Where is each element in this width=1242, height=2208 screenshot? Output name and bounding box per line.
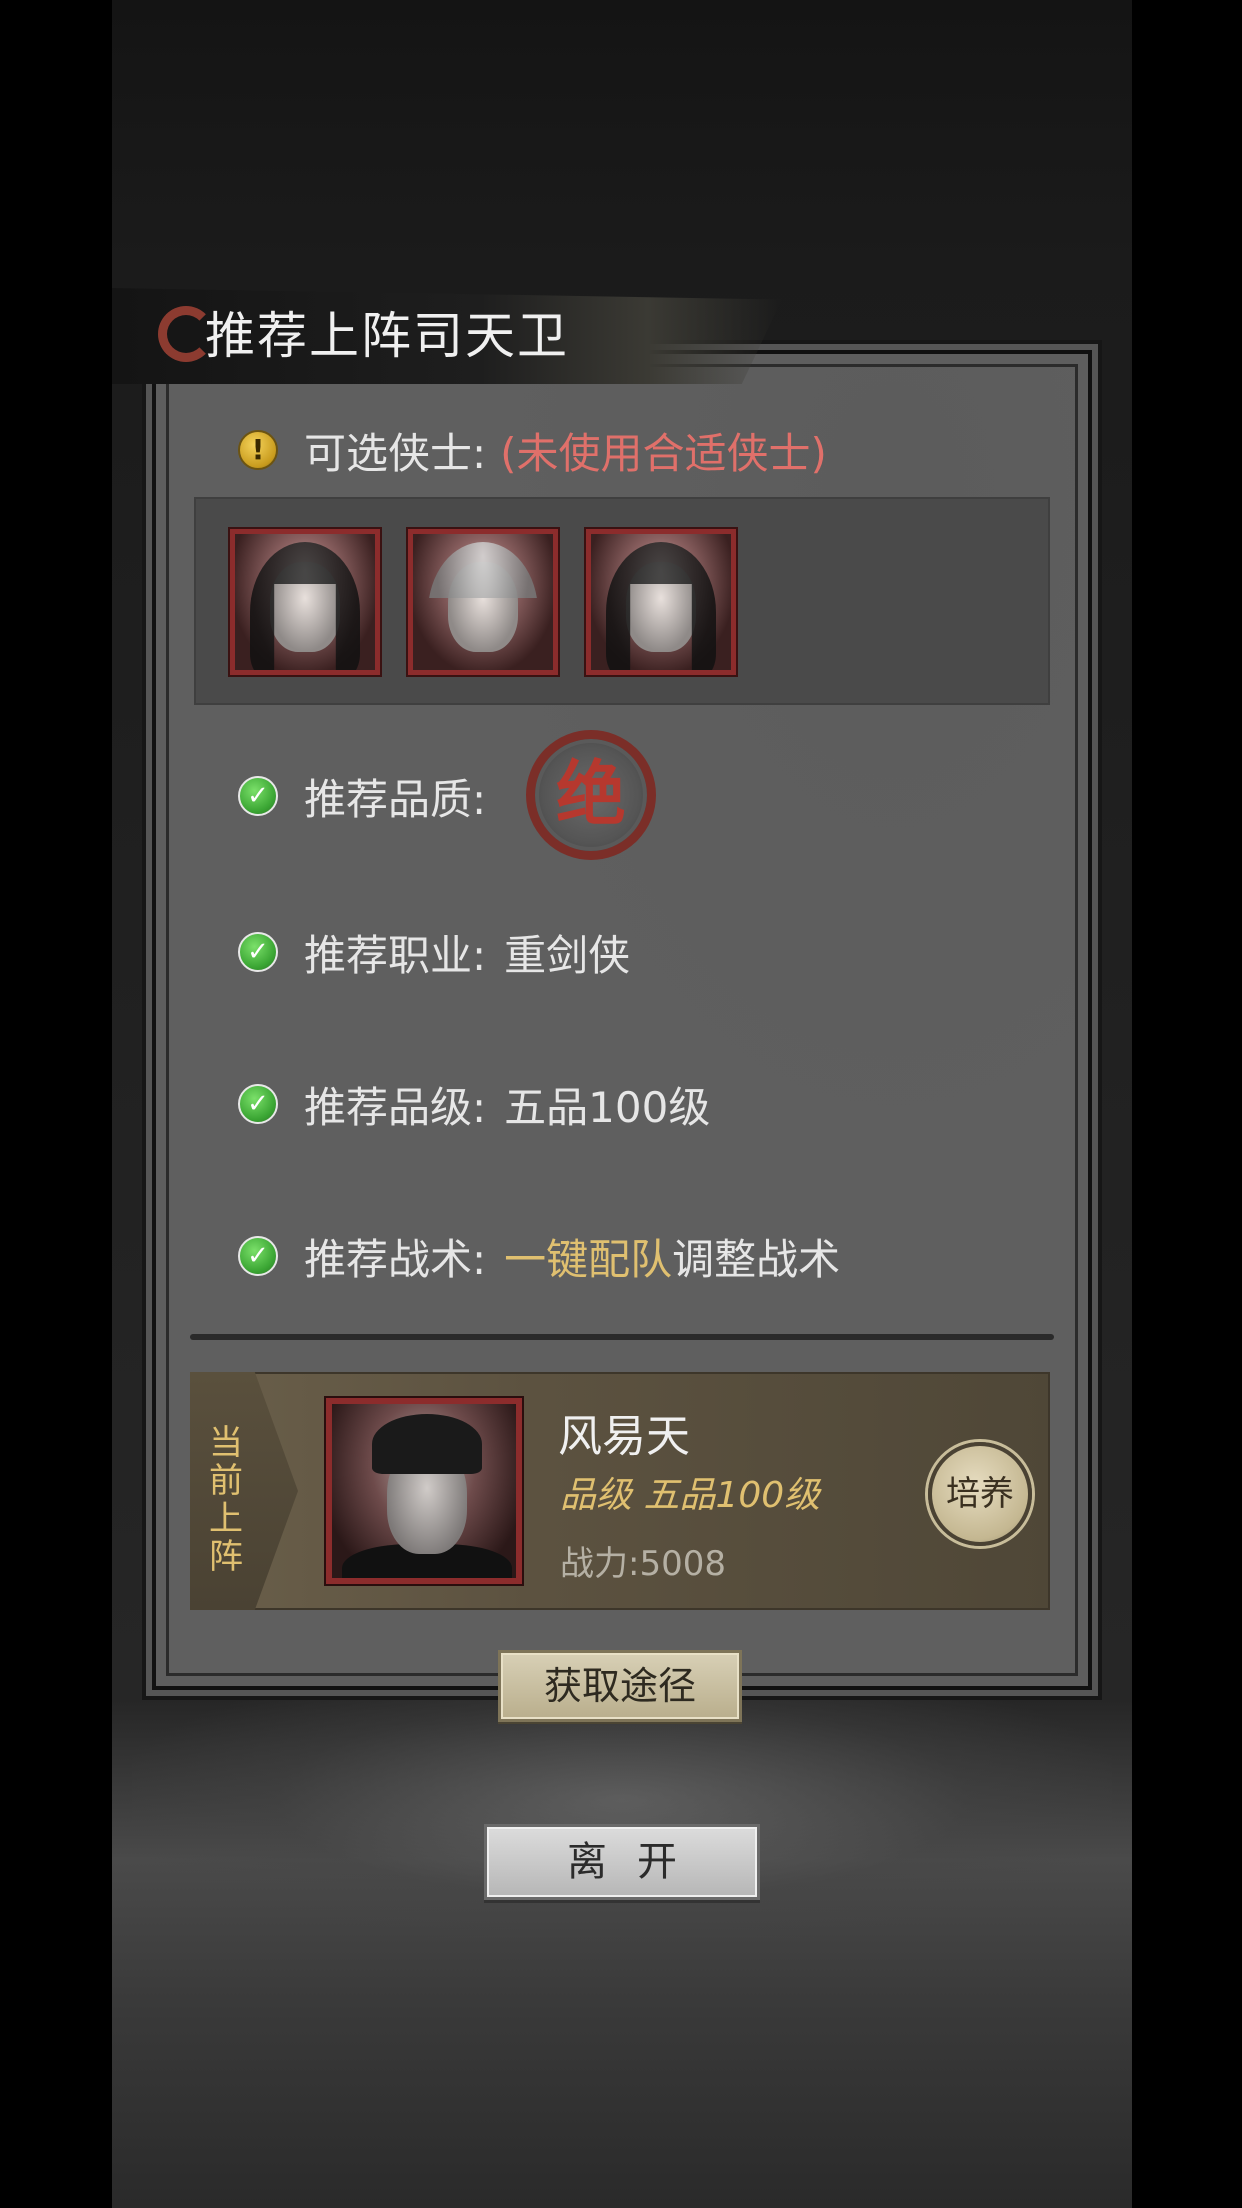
check-icon: ✓ bbox=[238, 932, 278, 972]
dialog-title: 推荐上阵司天卫 bbox=[205, 307, 569, 365]
check-icon: ✓ bbox=[238, 1084, 278, 1124]
current-hero-rank: 品级 五品100级 bbox=[560, 1475, 821, 1516]
divider bbox=[190, 1334, 1054, 1340]
grade-label: 推荐品级: bbox=[304, 1082, 487, 1132]
check-icon: ✓ bbox=[238, 776, 278, 816]
grade-value: 五品100级 bbox=[504, 1082, 711, 1132]
available-status: (未使用合适侠士) bbox=[500, 428, 827, 478]
tactic-label: 推荐战术: bbox=[304, 1234, 487, 1284]
job-label: 推荐职业: bbox=[304, 930, 487, 980]
one-key-team-link[interactable]: 一键配队 bbox=[504, 1226, 672, 1287]
train-button[interactable]: 培养 bbox=[928, 1442, 1032, 1546]
warning-icon: ! bbox=[238, 430, 278, 470]
leave-button[interactable]: 离开 bbox=[484, 1824, 760, 1900]
screen: 推荐上阵司天卫 ! 可选侠士: (未使用合适侠士) ✓ 推荐品质: 绝 ✓ 推荐… bbox=[0, 0, 1242, 2208]
portrait-hair bbox=[372, 1414, 482, 1474]
hero-portrait-3[interactable] bbox=[586, 529, 736, 675]
job-row: 推荐职业: 重剑侠 bbox=[304, 922, 630, 982]
quality-row: 推荐品质: bbox=[304, 766, 486, 826]
current-hero-portrait[interactable] bbox=[326, 1398, 522, 1584]
current-hero-name: 风易天 bbox=[558, 1411, 690, 1462]
current-tag-text: 当前上阵 bbox=[209, 1423, 243, 1577]
check-icon: ✓ bbox=[238, 1236, 278, 1276]
grade-row: 推荐品级: 五品100级 bbox=[304, 1074, 710, 1134]
quality-seal-icon: 绝 bbox=[526, 730, 656, 860]
tactic-value: 调整战术 bbox=[672, 1234, 841, 1284]
hero-portrait-2[interactable] bbox=[408, 529, 558, 675]
quality-label: 推荐品质: bbox=[304, 774, 487, 824]
job-value: 重剑侠 bbox=[504, 930, 631, 980]
available-label: 可选侠士: bbox=[304, 428, 487, 478]
available-row: 可选侠士: (未使用合适侠士) bbox=[304, 420, 827, 480]
hero-portrait-1[interactable] bbox=[230, 529, 380, 675]
acquire-button[interactable]: 获取途径 bbox=[498, 1650, 742, 1722]
tactic-row: 推荐战术: 一键配队 调整战术 bbox=[304, 1226, 840, 1286]
current-hero-power: 战力:5008 bbox=[560, 1544, 726, 1584]
